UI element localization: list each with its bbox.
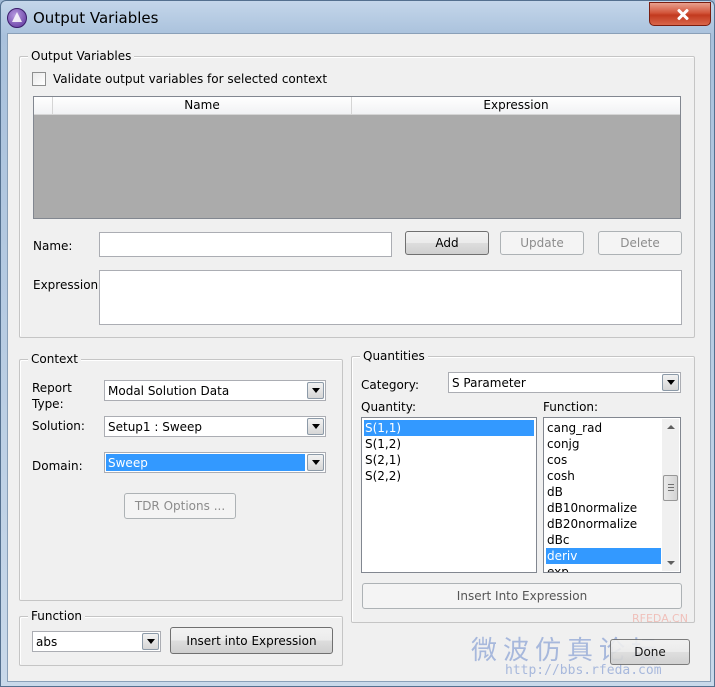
grid-header: Name Expression — [34, 97, 680, 115]
scroll-down-arrow-icon[interactable] — [662, 554, 679, 571]
expression-label: Expression: — [33, 278, 103, 292]
solution-label: Solution: — [32, 419, 85, 433]
validate-label: Validate output variables for selected c… — [53, 72, 328, 86]
quantities-group-label: Quantities — [360, 349, 428, 363]
dialog-window: Output Variables Output Variables Valida… — [0, 0, 715, 687]
report-type-select[interactable]: Modal Solution Data — [104, 380, 326, 401]
list-item[interactable]: deriv — [546, 548, 661, 564]
add-button[interactable]: Add — [405, 231, 489, 255]
quantities-group: Quantities Category: S Parameter Quantit… — [351, 349, 695, 623]
insert-into-expression-function-button[interactable]: Insert into Expression — [170, 627, 333, 654]
grip-line — [668, 487, 674, 488]
list-item[interactable]: cos — [546, 452, 661, 468]
chevron-down-icon[interactable] — [307, 418, 324, 435]
watermark-brand: RFEDA.CN — [632, 612, 688, 625]
chevron-down-icon[interactable] — [662, 374, 679, 391]
context-group: Context Report Type: Modal Solution Data… — [19, 352, 343, 601]
chevron-down-icon[interactable] — [307, 454, 324, 471]
list-item[interactable]: conjg — [546, 436, 661, 452]
chevron-down-icon[interactable] — [307, 382, 324, 399]
validate-checkbox[interactable] — [32, 72, 46, 86]
window-title: Output Variables — [33, 9, 159, 27]
grip-line — [668, 484, 674, 485]
solution-select[interactable]: Setup1 : Sweep — [104, 416, 326, 437]
report-type-label-line2: Type: — [32, 397, 64, 411]
function-list-scrollbar[interactable] — [662, 419, 679, 571]
watermark-url: http://bbs.rfeda.com — [505, 663, 662, 678]
domain-label: Domain: — [32, 459, 83, 473]
report-type-value: Modal Solution Data — [108, 384, 230, 398]
domain-value: Sweep — [108, 456, 148, 470]
grid-row-header-corner — [34, 97, 53, 115]
context-group-label: Context — [28, 352, 82, 366]
list-item[interactable]: cang_rad — [546, 420, 661, 436]
category-select[interactable]: S Parameter — [448, 372, 681, 393]
grid-column-name[interactable]: Name — [53, 97, 352, 115]
quantity-label: Quantity: — [361, 400, 417, 414]
list-item[interactable]: dB20normalize — [546, 516, 661, 532]
list-item[interactable]: S(2,2) — [364, 468, 534, 484]
function-group-label: Function — [28, 609, 86, 623]
name-label: Name: — [33, 239, 73, 253]
grip-line — [668, 490, 674, 491]
list-item[interactable]: dB10normalize — [546, 500, 661, 516]
category-label: Category: — [361, 378, 419, 392]
list-item[interactable]: S(1,2) — [364, 436, 534, 452]
update-button[interactable]: Update — [500, 231, 584, 255]
insert-into-expression-quantity-button[interactable]: Insert Into Expression — [362, 583, 682, 609]
dialog-client-area: Output Variables Validate output variabl… — [7, 33, 711, 682]
report-type-label-line1: Report — [32, 381, 72, 395]
close-button[interactable] — [649, 2, 711, 26]
function-list[interactable]: cang_rad conjg cos cosh dB dB10normalize… — [543, 417, 681, 573]
chevron-down-icon[interactable] — [142, 633, 159, 650]
tdr-options-button[interactable]: TDR Options ... — [124, 493, 236, 519]
list-item[interactable]: cosh — [546, 468, 661, 484]
list-item[interactable]: dB — [546, 484, 661, 500]
output-variables-group: Output Variables Validate output variabl… — [19, 49, 695, 338]
list-item[interactable]: exp — [546, 564, 661, 572]
list-item[interactable]: S(1,1) — [364, 420, 534, 436]
category-value: S Parameter — [452, 376, 526, 390]
delete-button[interactable]: Delete — [598, 231, 682, 255]
quantity-list[interactable]: S(1,1) S(1,2) S(2,1) S(2,2) — [361, 417, 537, 573]
list-item[interactable]: S(2,1) — [364, 452, 534, 468]
function-select[interactable]: abs — [32, 631, 161, 652]
domain-select[interactable]: Sweep — [104, 452, 326, 473]
grid-column-expression[interactable]: Expression — [352, 97, 680, 115]
function-value: abs — [36, 635, 58, 649]
scroll-up-arrow-icon[interactable] — [662, 419, 679, 436]
name-input[interactable] — [99, 232, 392, 257]
list-item[interactable]: dBc — [546, 532, 661, 548]
scrollbar-thumb[interactable] — [663, 475, 678, 501]
app-logo-icon — [7, 8, 27, 28]
done-button[interactable]: Done — [610, 639, 690, 665]
output-variables-grid[interactable]: Name Expression — [33, 96, 681, 219]
function-group: Function abs Insert into Expression — [19, 609, 343, 666]
title-bar[interactable]: Output Variables — [1, 1, 714, 35]
function-list-label: Function: — [543, 400, 599, 414]
solution-value: Setup1 : Sweep — [108, 420, 203, 434]
expression-input[interactable] — [99, 270, 682, 325]
output-variables-group-label: Output Variables — [28, 49, 135, 63]
